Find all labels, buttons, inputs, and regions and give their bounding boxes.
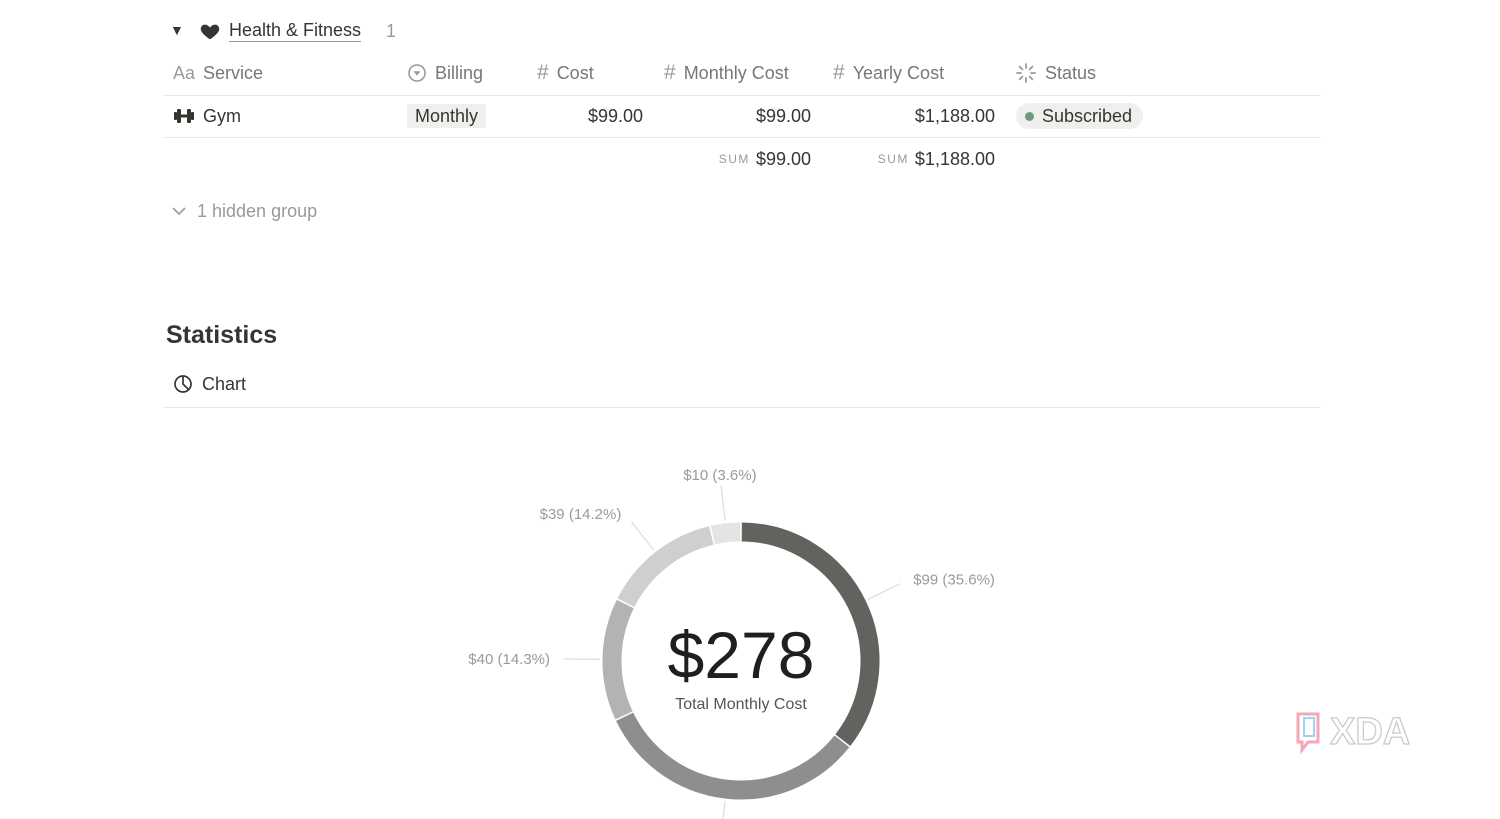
column-header-label: Status (1045, 62, 1097, 83)
sum-value: $99.00 (755, 149, 811, 169)
donut-slice[interactable] (616, 712, 850, 800)
slice-label: $39 (14.2%) (540, 506, 622, 523)
row-monthly-cost[interactable]: $99.00 (700, 104, 811, 128)
tab-divider (163, 407, 1321, 408)
donut-slice[interactable] (617, 526, 714, 608)
chart-center-label: Total Monthly Cost (675, 696, 807, 713)
tab-label: Chart (202, 374, 247, 394)
column-header-label: Billing (435, 62, 484, 83)
hidden-groups-toggle[interactable]: 1 hidden group (171, 199, 317, 223)
row-service-name[interactable]: Gym (203, 104, 241, 128)
slice-label: $10 (3.6%) (683, 467, 756, 484)
pie-chart-icon (174, 375, 192, 393)
group-title[interactable]: Health & Fitness (229, 19, 362, 42)
column-header-label: Service (203, 62, 264, 83)
column-header-monthly-cost[interactable]: # Monthly Cost (664, 61, 789, 84)
slice-leader-line (867, 583, 901, 600)
status-dot (1025, 112, 1034, 121)
column-header-label: Cost (556, 62, 594, 83)
xda-logo-text: XDA (1330, 711, 1410, 753)
status-badge[interactable]: Subscribed (1016, 103, 1144, 129)
row-cost[interactable]: $99.00 (540, 104, 643, 128)
heart-icon (200, 24, 220, 40)
column-header-billing[interactable]: Billing (407, 62, 483, 84)
select-property-icon (408, 64, 426, 82)
column-header-yearly-cost[interactable]: # Yearly Cost (833, 61, 945, 84)
monthly-cost-sum[interactable]: SUM $99.00 (660, 147, 811, 171)
tab-chart[interactable]: Chart (173, 372, 246, 396)
column-header-status[interactable]: Status (1015, 62, 1096, 84)
column-header-service[interactable]: Aa Service (173, 62, 263, 84)
sum-label: SUM (718, 152, 750, 166)
slice-label: $99 (35.6%) (913, 571, 995, 588)
number-property-icon: # (664, 61, 676, 84)
header-divider (163, 95, 1321, 96)
section-title: Statistics (166, 321, 278, 349)
status-label: Subscribed (1042, 106, 1133, 126)
donut-slice[interactable] (741, 522, 880, 746)
group-count: 1 (386, 21, 397, 41)
slice-leader-line (631, 521, 655, 551)
number-property-icon: # (833, 61, 845, 84)
sum-value: $1,188.00 (914, 149, 995, 169)
number-property-icon: # (537, 61, 549, 84)
column-header-label: Monthly Cost (683, 62, 789, 83)
billing-tag[interactable]: Monthly (407, 104, 487, 128)
slice-label: $40 (14.3%) (468, 651, 550, 668)
donut-slice[interactable] (602, 599, 634, 720)
slice-leader-line (720, 485, 726, 521)
row-divider (163, 137, 1321, 138)
slice-leader-line (722, 801, 726, 819)
text-property-icon: Aa (173, 62, 196, 83)
chevron-down-icon (172, 207, 186, 216)
donut-slice[interactable] (710, 522, 741, 545)
xda-logo: XDA (1296, 710, 1411, 755)
column-header-cost[interactable]: # Cost (537, 61, 594, 84)
column-header-label: Yearly Cost (852, 62, 945, 83)
status-property-icon (1016, 63, 1036, 83)
hidden-groups-label: 1 hidden group (197, 201, 318, 221)
yearly-cost-sum[interactable]: SUM $1,188.00 (840, 147, 995, 171)
dumbbell-icon (174, 109, 194, 123)
chart-center-value: $278 (668, 618, 815, 692)
group-toggle[interactable]: ▼ (170, 20, 188, 40)
sum-label: SUM (877, 152, 909, 166)
row-yearly-cost[interactable]: $1,188.00 (850, 104, 995, 128)
